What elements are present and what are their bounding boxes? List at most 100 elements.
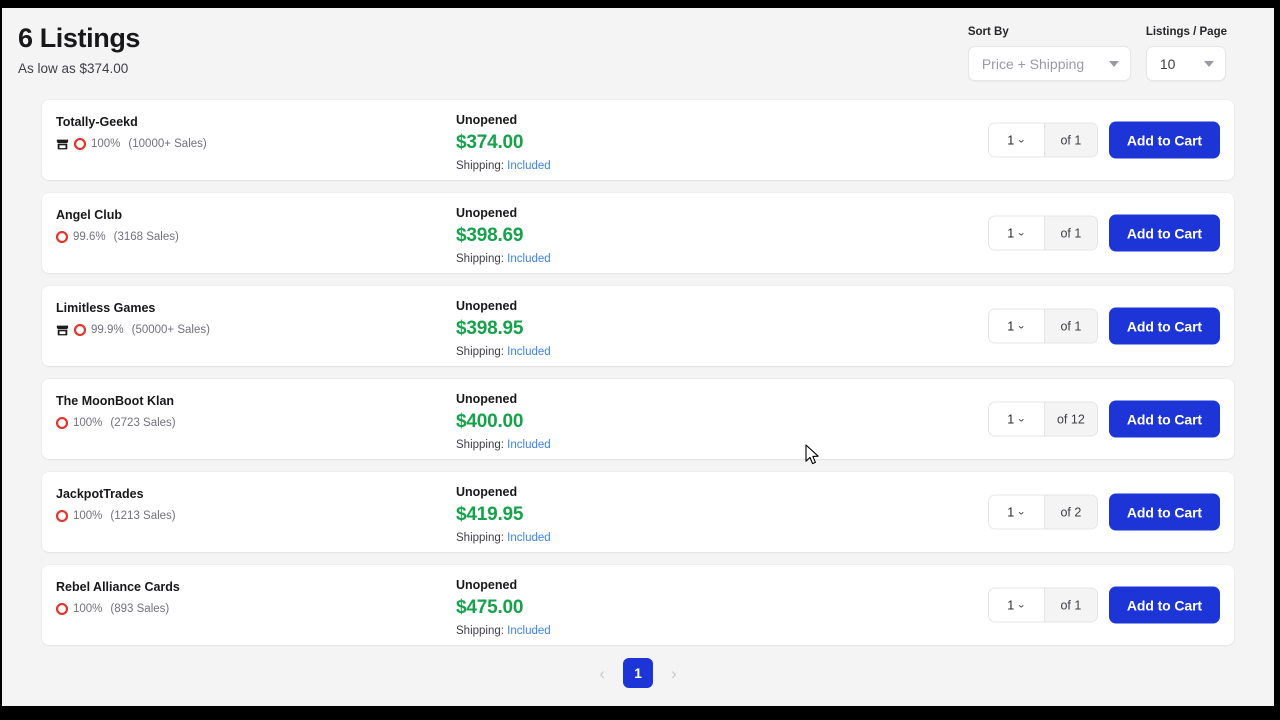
quantity-value: 1 (1007, 226, 1015, 240)
shipping-value[interactable]: Included (507, 532, 550, 544)
quantity-available: of 1 (1043, 309, 1097, 343)
add-to-cart-button[interactable]: Add to Cart (1108, 214, 1220, 252)
pagination-page-1[interactable]: 1 (623, 658, 653, 688)
seller-name: The MoonBoot Klan (56, 394, 175, 408)
quantity-available: of 1 (1043, 123, 1097, 157)
shipping-info: Shipping: Included (456, 159, 551, 173)
listing-row: Limitless Games 99.9% (50000+ Sales) Unopen… (42, 286, 1234, 366)
listing-actions: 1 ⌄ of 2 Add to Cart (987, 493, 1220, 531)
item-price: $419.95 (456, 504, 524, 525)
add-to-cart-button[interactable]: Add to Cart (1108, 121, 1220, 159)
listings-per-page-label: Listings / Page (1145, 26, 1227, 38)
seller-rating: 100% (893 Sales) (56, 602, 436, 616)
shipping-label: Shipping: (456, 439, 504, 451)
seller-badge-icon (56, 603, 68, 615)
item-price: $398.69 (456, 225, 524, 246)
listing-row: Angel Club 99.6% (3168 Sales) Unopened $398.… (42, 193, 1234, 273)
listings-header: 6 Listings As low as $374.00 Sort By Pri… (2, 8, 1274, 100)
seller-badge-icon (56, 231, 68, 243)
item-condition: Unopened (456, 578, 518, 592)
shipping-label: Shipping: (456, 625, 504, 637)
item-condition: Unopened (456, 392, 518, 406)
quantity-available: of 12 (1043, 402, 1097, 436)
price-info: Unopened $374.00 Shipping: Included (456, 113, 551, 173)
pagination-next-icon[interactable]: › (667, 663, 681, 684)
listing-actions: 1 ⌄ of 1 Add to Cart (987, 586, 1220, 624)
shipping-info: Shipping: Included (456, 438, 551, 452)
seller-rating: 100% (1213 Sales) (56, 509, 436, 523)
listing-actions: 1 ⌄ of 12 Add to Cart (987, 400, 1220, 438)
shipping-info: Shipping: Included (456, 252, 551, 266)
listing-actions: 1 ⌄ of 1 Add to Cart (987, 307, 1220, 345)
sales-count: (1213 Sales) (110, 510, 176, 522)
quantity-value: 1 (1007, 505, 1015, 519)
quantity-group: 1 ⌄ of 2 (987, 494, 1098, 530)
shipping-value[interactable]: Included (507, 253, 550, 265)
store-icon (56, 325, 69, 335)
add-to-cart-button[interactable]: Add to Cart (1108, 307, 1220, 345)
pagination-prev-icon[interactable]: ‹ (595, 663, 609, 684)
shipping-value[interactable]: Included (507, 346, 550, 358)
seller-rating: 99.9% (50000+ Sales) (56, 323, 436, 337)
quantity-select[interactable]: 1 ⌄ (988, 495, 1044, 529)
chevron-down-icon (1108, 60, 1119, 67)
listing-row: Totally-Geekd 100% (10000+ Sales) Unopened $… (42, 100, 1234, 180)
price-info: Unopened $475.00 Shipping: Included (456, 578, 551, 638)
add-to-cart-button[interactable]: Add to Cart (1108, 586, 1220, 624)
seller-badge-icon (56, 510, 68, 522)
listing-row: Rebel Alliance Cards 100% (893 Sales) Unope… (42, 565, 1234, 645)
seller-rating: 99.6% (3168 Sales) (56, 230, 436, 244)
listing-row: The MoonBoot Klan 100% (2723 Sales) Unopene… (42, 379, 1234, 459)
feedback-percent: 100% (91, 138, 121, 150)
seller-info: Rebel Alliance Cards 100% (893 Sales) (56, 580, 436, 616)
chevron-down-icon: ⌄ (1016, 134, 1027, 145)
shipping-label: Shipping: (456, 253, 504, 265)
shipping-value[interactable]: Included (507, 439, 550, 451)
quantity-value: 1 (1007, 598, 1015, 612)
feedback-percent: 99.6% (73, 231, 106, 243)
shipping-label: Shipping: (456, 346, 504, 358)
quantity-available: of 1 (1043, 588, 1097, 622)
browser-content: 6 Listings As low as $374.00 Sort By Pri… (2, 8, 1274, 706)
quantity-select[interactable]: 1 ⌄ (988, 402, 1044, 436)
quantity-select[interactable]: 1 ⌄ (988, 588, 1044, 622)
header-controls: Sort By Price + Shipping Listings / Page… (967, 26, 1227, 81)
quantity-select[interactable]: 1 ⌄ (988, 123, 1044, 157)
sales-count: (50000+ Sales) (131, 324, 210, 336)
sales-count: (3168 Sales) (113, 231, 179, 243)
seller-rating: 100% (2723 Sales) (56, 416, 436, 430)
pagination: ‹ 1 › (2, 658, 1274, 688)
screen-letterbox: 6 Listings As low as $374.00 Sort By Pri… (0, 0, 1280, 720)
sales-count: (10000+ Sales) (128, 138, 207, 150)
item-condition: Unopened (456, 485, 518, 499)
quantity-select[interactable]: 1 ⌄ (988, 309, 1044, 343)
listing-row: JackpotTrades 100% (1213 Sales) Unopened $41… (42, 472, 1234, 552)
price-info: Unopened $398.69 Shipping: Included (456, 206, 551, 266)
add-to-cart-button[interactable]: Add to Cart (1108, 400, 1220, 438)
lowest-price-subtitle: As low as $374.00 (18, 61, 129, 76)
price-info: Unopened $398.95 Shipping: Included (456, 299, 551, 359)
shipping-value[interactable]: Included (507, 160, 550, 172)
seller-badge-icon (56, 417, 68, 429)
sort-by-select[interactable]: Price + Shipping (967, 46, 1131, 81)
seller-info: Limitless Games 99.9% (50000+ Sales) (56, 301, 436, 337)
listings-per-page-control: Listings / Page 10 (1145, 26, 1227, 81)
seller-name: JackpotTrades (56, 487, 144, 501)
shipping-value[interactable]: Included (507, 625, 550, 637)
quantity-available: of 2 (1043, 495, 1097, 529)
item-condition: Unopened (456, 206, 518, 220)
feedback-percent: 100% (73, 603, 103, 615)
listings-per-page-value: 10 (1159, 55, 1176, 72)
quantity-select[interactable]: 1 ⌄ (988, 216, 1044, 250)
quantity-available: of 1 (1043, 216, 1097, 250)
listings-list: Totally-Geekd 100% (10000+ Sales) Unopened $… (2, 100, 1274, 645)
chevron-down-icon: ⌄ (1016, 506, 1027, 517)
listings-per-page-select[interactable]: 10 (1145, 46, 1226, 81)
quantity-value: 1 (1007, 412, 1015, 426)
shipping-label: Shipping: (456, 532, 504, 544)
chevron-down-icon: ⌄ (1016, 413, 1027, 424)
sort-by-control: Sort By Price + Shipping (967, 26, 1131, 81)
item-price: $400.00 (456, 411, 524, 432)
feedback-percent: 99.9% (91, 324, 124, 336)
add-to-cart-button[interactable]: Add to Cart (1108, 493, 1220, 531)
